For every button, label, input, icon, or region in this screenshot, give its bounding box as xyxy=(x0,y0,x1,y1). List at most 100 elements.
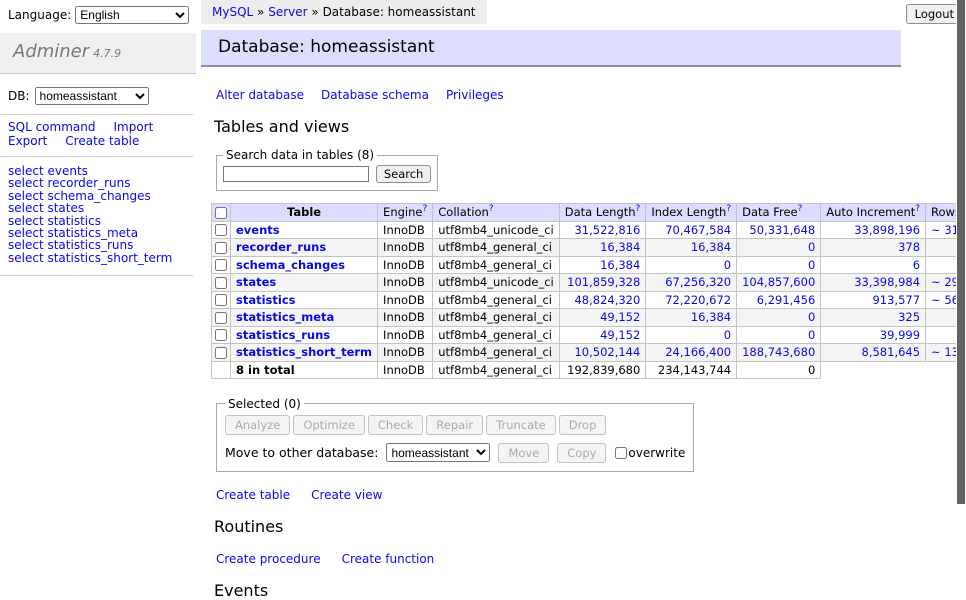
cell-data-length-link[interactable]: 101,859,328 xyxy=(565,275,641,289)
move-database-select[interactable]: homeassistant xyxy=(386,443,490,462)
optimize-button[interactable]: Optimize xyxy=(293,415,365,435)
cell-auto-increment-link[interactable]: 6 xyxy=(826,258,920,272)
copy-button[interactable]: Copy xyxy=(557,443,606,463)
breadcrumb-server-link[interactable]: Server xyxy=(268,5,307,19)
cell-data-free-link[interactable]: 0 xyxy=(742,240,815,254)
action-link-privileges[interactable]: Privileges xyxy=(446,88,504,102)
logout-button[interactable]: Logout xyxy=(906,4,963,24)
search-button[interactable]: Search xyxy=(376,165,432,183)
sidebar-link-sql-command[interactable]: SQL command xyxy=(8,120,95,134)
cell-data-free: 104,857,600 xyxy=(737,274,821,292)
cell-index-length-link[interactable]: 70,467,584 xyxy=(651,223,731,237)
cell-data-length: 49,152 xyxy=(559,309,646,327)
cell-index-length-link[interactable]: 67,256,320 xyxy=(651,275,731,289)
cell-data-free-link[interactable]: 0 xyxy=(742,310,815,324)
sidebar: Language:English Adminer4.7.9 DB:homeass… xyxy=(0,0,196,276)
cell-index-length-link[interactable]: 16,384 xyxy=(651,240,731,254)
cell-auto-increment-link[interactable]: 33,898,196 xyxy=(826,223,920,237)
drop-button[interactable]: Drop xyxy=(559,415,607,435)
cell-auto-increment-link[interactable]: 325 xyxy=(826,310,920,324)
action-link-alter-database[interactable]: Alter database xyxy=(216,88,304,102)
cell-data-length-link[interactable]: 31,522,816 xyxy=(565,223,641,237)
repair-button[interactable]: Repair xyxy=(426,415,483,435)
cell-data-length-link[interactable]: 48,824,320 xyxy=(565,293,641,307)
link-create-function[interactable]: Create function xyxy=(342,552,435,566)
help-link[interactable]: ? xyxy=(636,204,641,214)
cell-auto-increment-link[interactable]: 39,999 xyxy=(826,328,920,342)
cell-index-length-link[interactable]: 0 xyxy=(651,258,731,272)
row-checkbox[interactable] xyxy=(215,347,227,359)
cell-auto-increment-link[interactable]: 913,577 xyxy=(826,293,920,307)
row-checkbox[interactable] xyxy=(215,294,227,306)
cell-data-length: 16,384 xyxy=(559,239,646,257)
db-row: DB:homeassistant xyxy=(8,87,196,105)
cell-index-length-link[interactable]: 24,166,400 xyxy=(651,345,731,359)
sidebar-link-import[interactable]: Import xyxy=(113,120,153,134)
language-select[interactable]: English xyxy=(75,6,189,24)
db-select[interactable]: homeassistant xyxy=(35,87,149,105)
cell-collation: utf8mb4_general_ci xyxy=(433,239,560,257)
cell-data-free-link[interactable]: 188,743,680 xyxy=(742,345,815,359)
link-create-procedure[interactable]: Create procedure xyxy=(216,552,321,566)
truncate-button[interactable]: Truncate xyxy=(486,415,556,435)
table-link[interactable]: states xyxy=(236,275,276,289)
help-link[interactable]: ? xyxy=(798,204,803,214)
sidebar-link-create-table[interactable]: Create table xyxy=(65,134,139,148)
link-create-view[interactable]: Create view xyxy=(311,488,382,502)
cell-data-free-link[interactable]: 50,331,648 xyxy=(742,223,815,237)
table-link[interactable]: statistics_runs xyxy=(236,328,330,342)
vertical-scrollbar[interactable] xyxy=(956,0,966,543)
cell-engine: InnoDB xyxy=(378,291,433,309)
cell-data-free: 6,291,456 xyxy=(737,291,821,309)
cell-data-length-link[interactable]: 49,152 xyxy=(565,310,641,324)
table-select-link[interactable]: select statistics_short_term xyxy=(8,251,172,265)
row-checkbox[interactable] xyxy=(215,259,227,271)
link-create-table[interactable]: Create table xyxy=(216,488,290,502)
cell-auto-increment-link[interactable]: 8,581,645 xyxy=(826,345,920,359)
check-button[interactable]: Check xyxy=(368,415,423,435)
analyze-button[interactable]: Analyze xyxy=(225,415,290,435)
cell-index-length-link[interactable]: 0 xyxy=(651,328,731,342)
cell-engine: InnoDB xyxy=(378,274,433,292)
row-checkbox-cell xyxy=(212,291,231,309)
cell-data-length-link[interactable]: 16,384 xyxy=(565,258,641,272)
help-link[interactable]: ? xyxy=(726,204,731,214)
row-checkbox[interactable] xyxy=(215,242,227,254)
action-link-database-schema[interactable]: Database schema xyxy=(321,88,429,102)
cell-data-length-link[interactable]: 10,502,144 xyxy=(565,345,641,359)
overwrite-checkbox[interactable] xyxy=(615,447,627,459)
row-checkbox[interactable] xyxy=(215,277,227,289)
table-link[interactable]: statistics_meta xyxy=(236,310,334,324)
row-checkbox[interactable] xyxy=(215,329,227,341)
cell-data-length-link[interactable]: 49,152 xyxy=(565,328,641,342)
sidebar-link-export[interactable]: Export xyxy=(8,134,47,148)
sidebar-action-row: SQL command Import xyxy=(8,121,193,134)
cell-index-length-link[interactable]: 72,220,672 xyxy=(651,293,731,307)
table-link[interactable]: statistics_short_term xyxy=(236,345,372,359)
table-link[interactable]: recorder_runs xyxy=(236,240,326,254)
move-label: Move to other database: xyxy=(225,445,378,460)
row-checkbox[interactable] xyxy=(215,312,227,324)
cell-data-free-link[interactable]: 104,857,600 xyxy=(742,275,815,289)
cell-auto-increment-link[interactable]: 33,398,984 xyxy=(826,275,920,289)
cell-data-free-link[interactable]: 0 xyxy=(742,328,815,342)
cell-data-length-link[interactable]: 16,384 xyxy=(565,240,641,254)
help-link[interactable]: ? xyxy=(489,204,494,214)
scrollbar-thumb[interactable] xyxy=(957,0,965,504)
help-link[interactable]: ? xyxy=(422,204,427,214)
row-checkbox[interactable] xyxy=(215,224,227,236)
select-all-checkbox[interactable] xyxy=(215,207,227,219)
table-link[interactable]: statistics xyxy=(236,293,296,307)
cell-engine: InnoDB xyxy=(378,221,433,239)
table-link[interactable]: schema_changes xyxy=(236,258,345,272)
move-button[interactable]: Move xyxy=(498,443,549,463)
table-link[interactable]: events xyxy=(236,223,280,237)
cell-auto-increment-link[interactable]: 378 xyxy=(826,240,920,254)
cell-data-free-link[interactable]: 0 xyxy=(742,258,815,272)
help-link[interactable]: ? xyxy=(915,204,920,214)
search-input[interactable] xyxy=(223,166,369,182)
cell-index-length-link[interactable]: 16,384 xyxy=(651,310,731,324)
cell-data-free-link[interactable]: 6,291,456 xyxy=(742,293,815,307)
breadcrumb-mysql-link[interactable]: MySQL xyxy=(212,5,253,19)
cell-auto-increment: 39,999 xyxy=(821,326,926,344)
